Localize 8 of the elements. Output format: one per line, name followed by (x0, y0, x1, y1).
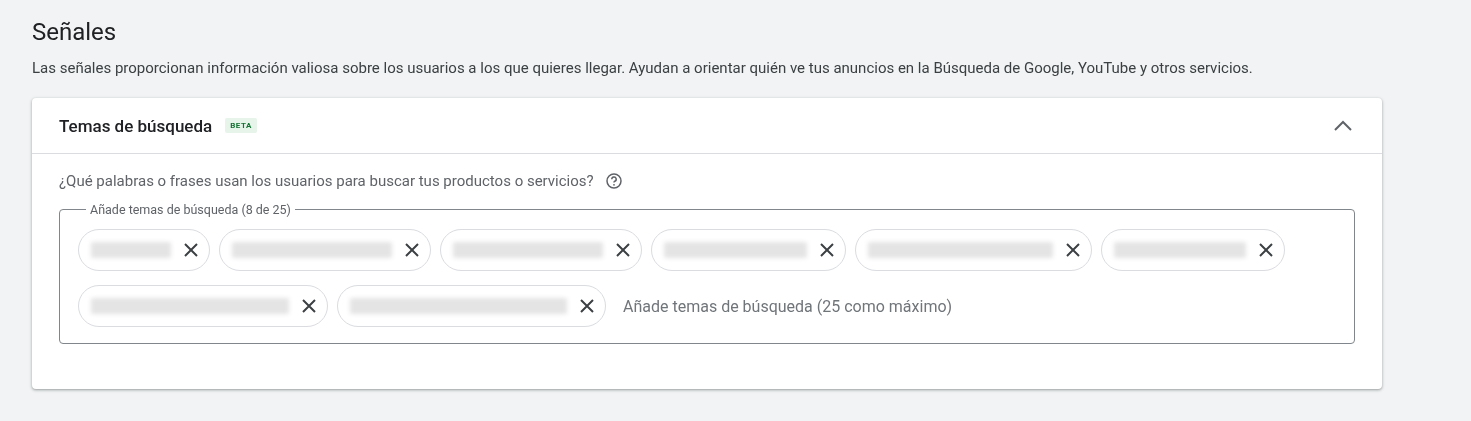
topic-input[interactable]: Añade temas de búsqueda (25 como máximo) (621, 295, 1336, 317)
card-title: Temas de búsqueda (59, 115, 213, 136)
beta-badge: BETA (225, 118, 257, 133)
section-title: Señales (32, 17, 117, 48)
question-text: ¿Qué palabras o frases usan los usuarios para buscar tus productos o servicios? (59, 172, 594, 190)
field-label: Añade temas de búsqueda (8 de 25) (89, 202, 292, 217)
help-icon[interactable] (605, 173, 622, 189)
section-description: Las señales proporcionan información valiosa sobre los usuarios a los que quieres llegar. Ayudan a orientar quién ve tus anuncios en la Búsqueda de Google, YouTube y otros servicios. (32, 58, 1253, 78)
